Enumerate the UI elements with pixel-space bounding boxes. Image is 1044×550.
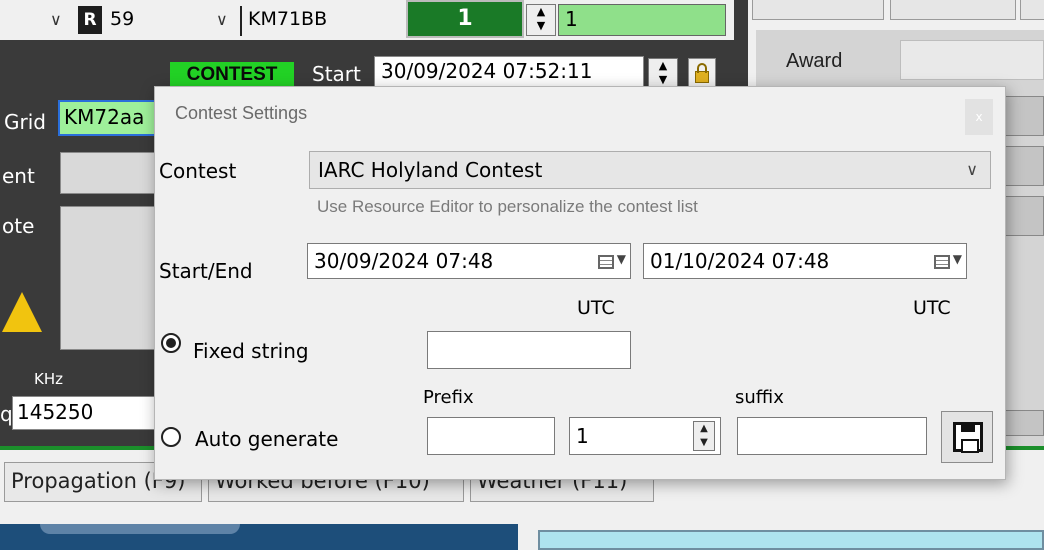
prefix-label: Prefix <box>423 387 474 408</box>
calendar-icon <box>598 255 614 269</box>
contest-settings-dialog: Contest Settings x Contest IARC Holyland… <box>154 86 1006 480</box>
note-field[interactable] <box>60 206 160 350</box>
end-utc-label: UTC <box>913 297 951 319</box>
right-panel-row-2 <box>1000 146 1044 186</box>
frequency-field[interactable]: 145250 <box>12 396 172 430</box>
map-image <box>0 524 518 550</box>
start-date-value: 30/09/2024 07:48 <box>314 249 494 273</box>
counter-spinner[interactable]: ▲ ▼ <box>526 4 556 36</box>
dialog-title: Contest Settings <box>175 103 308 123</box>
warning-icon <box>2 292 42 332</box>
dropdown-arrow-icon: ▼ <box>616 252 626 266</box>
suffix-input[interactable] <box>737 417 927 455</box>
comment-label: ent <box>2 164 35 188</box>
contest-label: Contest <box>159 159 237 183</box>
number-spinner[interactable]: ▲ ▼ <box>693 421 715 451</box>
contest-select-value: IARC Holyland Contest <box>318 158 543 182</box>
lock-icon[interactable] <box>688 58 716 88</box>
locator-combo[interactable]: KM71BB <box>240 6 390 36</box>
start-datetime-field[interactable]: 30/09/2024 07:52:11 <box>374 56 644 88</box>
info-panel <box>538 530 1044 550</box>
right-panel-button-3[interactable] <box>1020 0 1044 20</box>
start-utc-label: UTC <box>577 297 615 319</box>
floppy-disk-icon <box>953 422 983 453</box>
end-date-picker[interactable]: 01/10/2024 07:48 ▼ <box>643 243 967 279</box>
end-date-value: 01/10/2024 07:48 <box>650 249 830 273</box>
comment-field[interactable] <box>60 152 160 194</box>
fixed-string-input[interactable] <box>427 331 631 369</box>
auto-generate-radio[interactable] <box>161 427 181 447</box>
qso-counter: 1 <box>406 0 524 38</box>
note-label: ote <box>2 214 35 238</box>
chevron-down-icon[interactable]: ∨ <box>50 10 62 29</box>
fixed-string-radio[interactable] <box>161 333 181 353</box>
grid-label: Grid <box>4 110 46 134</box>
grid-field[interactable]: KM72aa <box>58 100 168 136</box>
award-label: Award <box>786 50 843 72</box>
right-panel-row-1 <box>1000 96 1044 136</box>
start-end-label: Start/End <box>159 259 253 283</box>
auto-generate-label: Auto generate <box>195 427 339 451</box>
right-panel-row-3 <box>1000 196 1044 236</box>
prefix-input[interactable] <box>427 417 555 455</box>
start-label: Start <box>312 62 361 86</box>
contest-select[interactable]: IARC Holyland Contest ∨ <box>309 151 991 189</box>
rst-prefix: R <box>78 6 102 34</box>
start-date-picker[interactable]: 30/09/2024 07:48 ▼ <box>307 243 631 279</box>
freq-label: q <box>0 402 13 426</box>
chevron-down-icon[interactable]: ∨ <box>216 10 228 29</box>
calendar-icon <box>934 255 950 269</box>
save-button[interactable] <box>941 411 993 463</box>
suffix-label: suffix <box>735 387 784 408</box>
close-button[interactable]: x <box>965 99 993 135</box>
contest-hint: Use Resource Editor to personalize the c… <box>317 197 698 216</box>
fixed-string-label: Fixed string <box>193 339 309 363</box>
khz-label: KHz <box>34 370 63 388</box>
rst-value[interactable]: 59 <box>104 6 204 36</box>
chevron-down-icon: ∨ <box>966 160 978 179</box>
start-spinner[interactable]: ▲ ▼ <box>648 58 678 88</box>
right-panel-row-4 <box>1000 410 1044 436</box>
right-panel-button-2[interactable] <box>890 0 1016 20</box>
counter-field[interactable]: 1 <box>558 4 726 36</box>
award-field[interactable] <box>900 40 1044 80</box>
right-panel-button-1[interactable] <box>752 0 884 20</box>
contest-badge: CONTEST <box>170 62 294 88</box>
dropdown-arrow-icon: ▼ <box>952 252 962 266</box>
